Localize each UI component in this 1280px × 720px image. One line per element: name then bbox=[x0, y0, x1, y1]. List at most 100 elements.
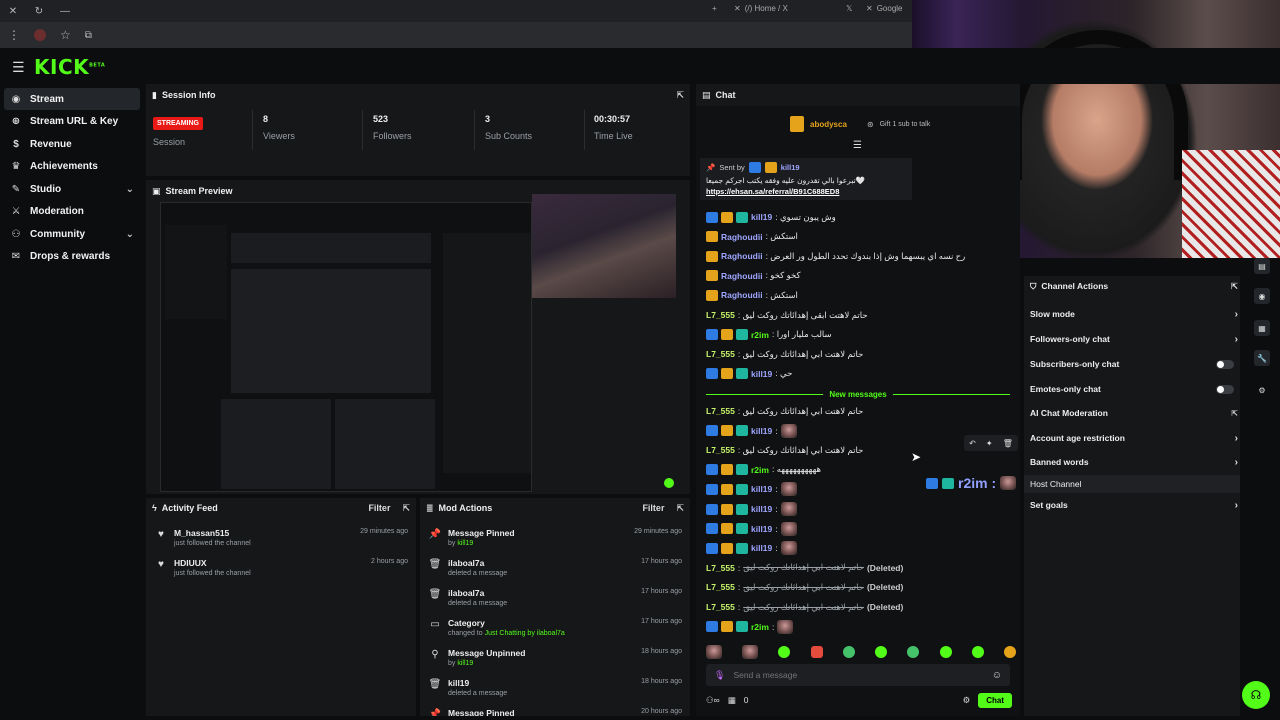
chat-username[interactable]: kill19 bbox=[751, 426, 772, 436]
sidebar-item-stream-url[interactable]: ⊕ Stream URL & Key bbox=[4, 111, 140, 133]
sidebar-item-achievements[interactable]: ♛ Achievements bbox=[4, 156, 140, 178]
chat-input[interactable] bbox=[733, 670, 984, 680]
settings-rail-icon[interactable]: ⚙ bbox=[1254, 382, 1270, 398]
emote-icon[interactable] bbox=[742, 645, 759, 659]
chat-username[interactable]: kill19 bbox=[751, 504, 772, 514]
chat-rail-icon[interactable]: ▤ bbox=[1254, 258, 1270, 274]
chat-username[interactable]: kill19 bbox=[751, 543, 772, 553]
sidebar-item-studio[interactable]: ✎ Studio ⌄ bbox=[4, 178, 140, 200]
chat-username[interactable]: kill19 bbox=[751, 212, 772, 222]
follower-name[interactable]: M_hassan515 bbox=[174, 528, 251, 538]
chat-username[interactable]: Raghoudii bbox=[721, 232, 763, 242]
users-icon[interactable]: ⚇∞ bbox=[706, 695, 720, 706]
emote-icon[interactable] bbox=[875, 646, 888, 658]
chat-message[interactable]: L7_555: حاتم لاهتت ابي إهدائاتك روكت ليق(… bbox=[706, 599, 1006, 615]
chat-username[interactable]: r2im bbox=[751, 622, 769, 632]
reply-icon[interactable]: ↶ bbox=[969, 439, 976, 448]
emote-icon[interactable] bbox=[939, 646, 952, 658]
chat-username[interactable]: L7_555 bbox=[706, 406, 735, 416]
kick-logo[interactable]: KICKBETA bbox=[34, 55, 105, 79]
mod-username[interactable]: kill19 bbox=[457, 660, 473, 667]
chat-username[interactable]: kill19 bbox=[751, 524, 772, 534]
sidebar-item-revenue[interactable]: $ Revenue bbox=[4, 133, 140, 155]
chat-username[interactable]: L7_555 bbox=[706, 602, 735, 612]
chat-message[interactable]: kill19: bbox=[706, 501, 1006, 517]
chat-username[interactable]: kill19 bbox=[751, 369, 772, 379]
chat-message[interactable]: Raghoudii: استكش bbox=[706, 229, 1006, 245]
sidebar-item-drops[interactable]: ✉ Drops & rewards bbox=[4, 246, 140, 268]
channel-action-account-age-restriction[interactable]: Account age restriction › bbox=[1030, 429, 1238, 447]
channel-action-subscribers-only-chat[interactable]: Subscribers-only chat bbox=[1030, 355, 1238, 373]
chat-message[interactable]: kill19: وش يبون تسوي bbox=[706, 209, 1006, 225]
microphone-icon[interactable]: 🎙 bbox=[714, 670, 725, 681]
chat-message[interactable]: Raghoudii: رح نسه اي يبسهما وش إذا بندوك… bbox=[706, 248, 1006, 264]
chat-message[interactable]: L7_555: حاتم لاهتت ابي إهدائاتك روكت ليق(… bbox=[706, 560, 1006, 576]
mod-username[interactable]: kill19 bbox=[457, 540, 473, 547]
chat-message[interactable]: L7_555: حاتم لاهتت ابي إهدائاتك روكت ليق bbox=[706, 403, 1006, 419]
chat-username[interactable]: Raghoudii bbox=[721, 271, 763, 281]
chat-message[interactable]: L7_555: حاتم لاهتت ابقى إهدائاتك روكت لي… bbox=[706, 307, 1006, 323]
channel-action-banned-words[interactable]: Banned words › bbox=[1030, 453, 1238, 471]
sidebar-item-stream[interactable]: ◉ Stream bbox=[4, 88, 140, 110]
pinned-link[interactable]: https://ehsan.sa/referral/B91C688ED8 bbox=[706, 187, 906, 196]
chat-message[interactable]: L7_555: حاتم لاهتت ابي إهدائاتك روكت ليق bbox=[706, 346, 1006, 362]
send-chat-button[interactable]: Chat bbox=[978, 692, 1012, 708]
chat-message[interactable]: r2im: bbox=[706, 619, 1006, 635]
chat-message[interactable]: kill19: bbox=[706, 521, 1006, 537]
popout-icon[interactable]: ⇱ bbox=[676, 503, 684, 514]
emote-icon[interactable] bbox=[971, 646, 984, 658]
channel-action-emotes-only-chat[interactable]: Emotes-only chat bbox=[1030, 380, 1238, 398]
chat-message[interactable]: kill19: bbox=[706, 423, 1006, 439]
collapse-icon[interactable]: ☰ bbox=[853, 140, 862, 151]
chat-username[interactable]: L7_555 bbox=[706, 445, 735, 455]
chat-message[interactable]: kill19: bbox=[706, 540, 1006, 556]
chat-message[interactable]: kill19: حي bbox=[706, 366, 1006, 382]
tab-home-x[interactable]: ✕ (/) Home / X bbox=[734, 4, 788, 13]
emote-icon[interactable] bbox=[907, 646, 920, 658]
chat-message[interactable]: L7_555: حاتم لاهتت ابي إهدائاتك روكت ليق(… bbox=[706, 579, 1006, 595]
chat-message[interactable]: Raghoudii: استكش bbox=[706, 287, 1006, 303]
toggle-switch[interactable] bbox=[1216, 359, 1234, 369]
follower-name[interactable]: HDIUUX bbox=[174, 558, 251, 568]
chat-username[interactable]: L7_555 bbox=[706, 349, 735, 359]
support-icon[interactable]: ☊ bbox=[1242, 681, 1270, 709]
sidebar-item-community[interactable]: ⚇ Community ⌄ bbox=[4, 223, 140, 245]
minimize-icon[interactable]: — bbox=[52, 6, 78, 17]
chat-username[interactable]: r2im bbox=[751, 330, 769, 340]
chat-message[interactable]: r2im: سالب مليار اورا bbox=[706, 327, 1006, 343]
hamburger-menu-icon[interactable]: ☰ bbox=[12, 59, 25, 76]
popout-icon[interactable]: ⇱ bbox=[676, 90, 684, 101]
chat-username[interactable]: Raghoudii bbox=[721, 290, 763, 300]
chat-username[interactable]: Raghoudii bbox=[721, 251, 763, 261]
bookmark-star-icon[interactable]: ☆ bbox=[60, 28, 71, 42]
emote-icon[interactable] bbox=[778, 646, 791, 658]
filter-button[interactable]: Filter bbox=[642, 503, 664, 513]
channel-action-followers-only-chat[interactable]: Followers-only chat › bbox=[1030, 330, 1238, 348]
gift-banner[interactable]: abodysca ⊛ Gift 1 sub to talk bbox=[790, 116, 930, 132]
channel-action-host-channel[interactable]: Host Channel bbox=[1024, 475, 1240, 493]
settings-gear-icon[interactable]: ⚙ bbox=[963, 695, 971, 706]
emoji-icon[interactable]: ☺ bbox=[992, 670, 1002, 681]
chat-username[interactable]: L7_555 bbox=[706, 563, 735, 573]
mod-username[interactable]: by ilaboal7a bbox=[527, 630, 564, 637]
new-tab-button[interactable]: + bbox=[712, 4, 717, 13]
reload-icon[interactable]: ↻ bbox=[26, 6, 52, 17]
broadcast-rail-icon[interactable]: ◉ bbox=[1254, 288, 1270, 304]
channel-action-set-goals[interactable]: Set goals › bbox=[1030, 496, 1238, 514]
chat-message[interactable]: L7_555: حاتم لاهتت ابي إهدائاتك روكت ليق bbox=[706, 442, 1006, 458]
new-messages-divider[interactable]: New messages bbox=[706, 388, 1010, 400]
layout-rail-icon[interactable]: ▦ bbox=[1254, 320, 1270, 336]
sidebar-item-moderation[interactable]: ⚔ Moderation bbox=[4, 201, 140, 223]
gift-icon[interactable]: ▦ bbox=[728, 695, 736, 706]
emote-icon[interactable] bbox=[810, 646, 823, 658]
chat-username[interactable]: kill19 bbox=[751, 484, 772, 494]
tab-google[interactable]: ✕ Google bbox=[866, 4, 903, 13]
chat-username[interactable]: L7_555 bbox=[706, 582, 735, 592]
chat-username[interactable]: L7_555 bbox=[706, 310, 735, 320]
close-icon[interactable]: ✕ bbox=[0, 6, 26, 17]
emote-icon[interactable] bbox=[842, 646, 855, 658]
pinned-user[interactable]: kill19 bbox=[781, 163, 800, 172]
filter-button[interactable]: Filter bbox=[368, 503, 390, 513]
pin-icon[interactable]: ✦ bbox=[986, 439, 993, 448]
extension-icon[interactable]: ⧉ bbox=[85, 30, 92, 41]
